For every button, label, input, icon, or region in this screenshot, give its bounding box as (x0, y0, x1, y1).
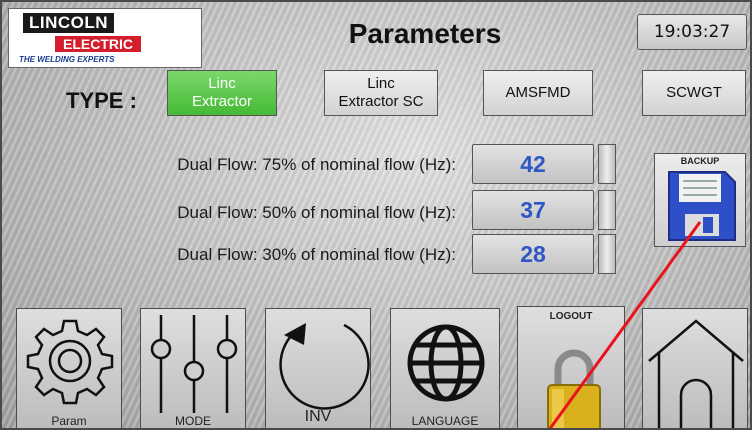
hmi-screen: LINCOLN ELECTRIC THE WELDING EXPERTS Par… (0, 0, 752, 430)
type-button-line1: Linc (208, 75, 236, 92)
param-label-30: Dual Flow: 30% of nominal flow (Hz): (177, 245, 456, 264)
nav-language-button[interactable]: LANGUAGE (390, 308, 500, 430)
nav-mode-button[interactable]: MODE (140, 308, 246, 430)
param-75-adjust-handle[interactable] (598, 144, 616, 184)
sliders-icon (150, 315, 238, 413)
nav-home-button[interactable] (642, 308, 748, 430)
globe-icon (407, 324, 485, 402)
logo-brand-text: LINCOLN (23, 13, 115, 33)
type-button-label: SCWGT (666, 84, 722, 101)
backup-button[interactable]: BACKUP (654, 153, 746, 247)
param-value-30-field[interactable]: 28 (472, 234, 594, 274)
type-button-label: AMSFMD (505, 84, 571, 101)
lincoln-electric-logo: LINCOLN ELECTRIC THE WELDING EXPERTS (8, 8, 202, 68)
clock-display: 19:03:27 (637, 14, 747, 50)
padlock-icon (547, 349, 601, 430)
logo-sub-text: ELECTRIC (55, 36, 141, 52)
param-30-adjust-handle[interactable] (598, 234, 616, 274)
floppy-disk-icon (668, 171, 736, 241)
param-value-75-field[interactable]: 42 (472, 144, 594, 184)
page-title: Parameters (348, 18, 502, 49)
backup-label: BACKUP (680, 156, 720, 166)
nav-language-label: LANGUAGE (411, 414, 479, 428)
param-50-adjust-handle[interactable] (598, 190, 616, 230)
type-label: TYPE : (66, 88, 137, 113)
param-label-75: Dual Flow: 75% of nominal flow (Hz): (177, 155, 456, 174)
param-label-50: Dual Flow: 50% of nominal flow (Hz): (177, 203, 456, 222)
type-scwgt-button[interactable]: SCWGT (642, 70, 746, 116)
logo-tagline: THE WELDING EXPERTS (19, 55, 115, 64)
nav-inv-button[interactable]: INV (265, 308, 371, 430)
nav-param-label: Param (51, 414, 87, 428)
type-amsfmd-button[interactable]: AMSFMD (483, 70, 593, 116)
gear-icon (26, 319, 114, 405)
home-icon (648, 319, 744, 430)
type-button-line1: Linc (367, 75, 395, 92)
nav-param-button[interactable]: Param (16, 308, 122, 430)
type-button-line2: Extractor SC (338, 93, 424, 110)
type-linc-extractor-button[interactable]: Linc Extractor (167, 70, 277, 116)
rotate-arrow-icon (279, 323, 370, 410)
nav-logout-button[interactable]: LOGOUT (517, 306, 625, 430)
type-button-line2: Extractor (191, 93, 252, 110)
type-linc-extractor-sc-button[interactable]: Linc Extractor SC (324, 70, 438, 116)
param-value-50-field[interactable]: 37 (472, 190, 594, 230)
nav-inv-label: INV (304, 408, 332, 425)
nav-mode-label: MODE (175, 414, 211, 428)
